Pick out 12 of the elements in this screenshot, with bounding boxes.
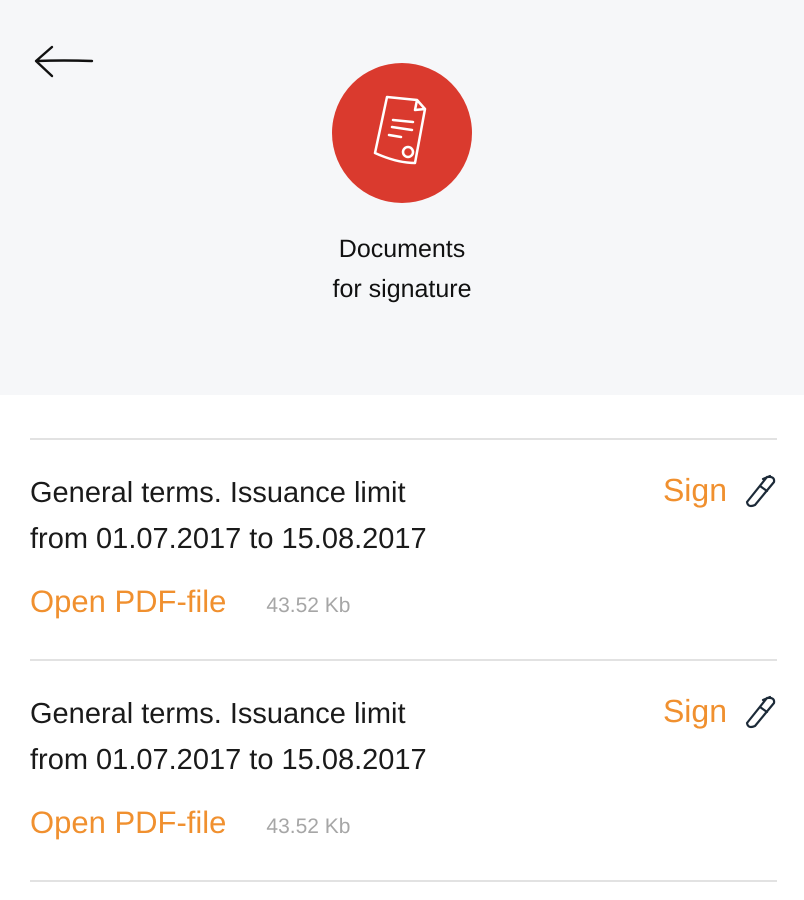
document-title: General terms. Issuance limit from 01.07.2017 to 15.08.2017 bbox=[30, 697, 427, 778]
open-pdf-link[interactable]: Open PDF-file bbox=[30, 805, 226, 841]
file-size: 43.52 Kb bbox=[266, 815, 350, 839]
pen-icon bbox=[743, 474, 777, 508]
document-title: General terms. Issuance limit from 01.07.2017 to 15.08.2017 bbox=[30, 476, 427, 557]
sign-button[interactable]: Sign bbox=[662, 693, 777, 730]
pen-icon bbox=[743, 694, 777, 728]
open-pdf-link[interactable]: Open PDF-file bbox=[30, 584, 226, 620]
sign-button[interactable]: Sign bbox=[662, 472, 777, 509]
page-title: Documents for signature bbox=[332, 234, 472, 305]
back-button[interactable] bbox=[34, 44, 94, 80]
file-size: 43.52 Kb bbox=[266, 594, 350, 618]
